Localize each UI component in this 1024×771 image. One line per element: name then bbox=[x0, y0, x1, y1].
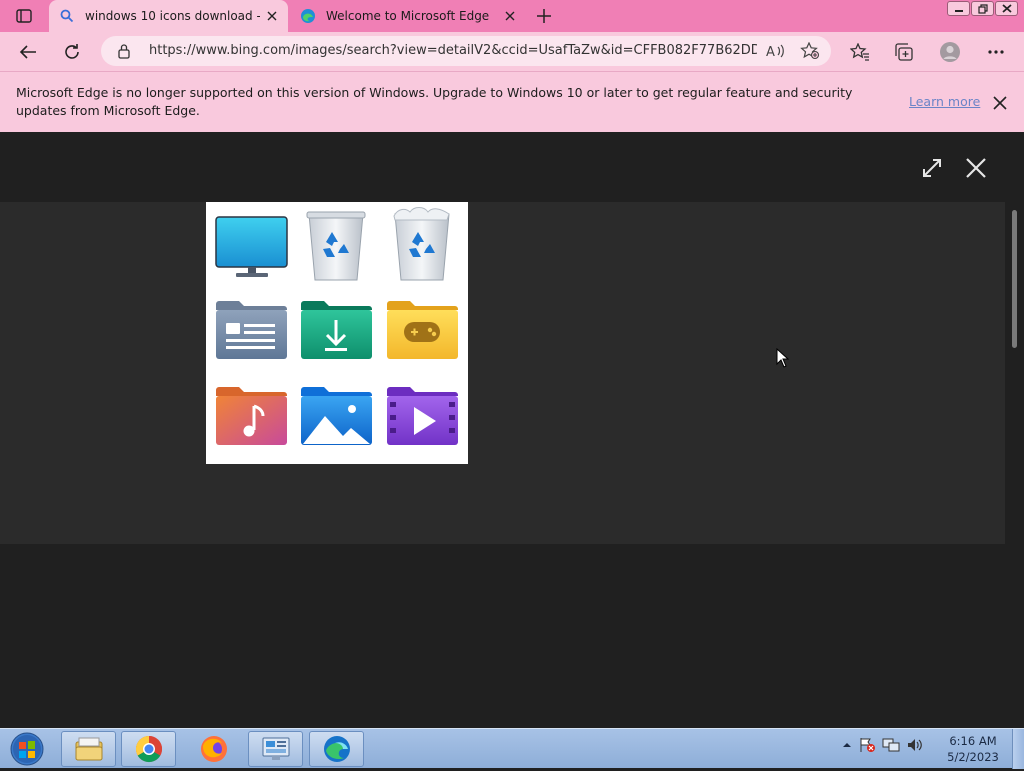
downloads-folder-icon bbox=[301, 301, 372, 359]
monitor-icon bbox=[215, 216, 288, 277]
profile-avatar-icon bbox=[940, 42, 960, 62]
clock-time: 6:16 AM bbox=[949, 734, 997, 748]
more-options-icon bbox=[988, 50, 1004, 54]
network-icon[interactable] bbox=[882, 737, 900, 753]
settings-menu-button[interactable] bbox=[985, 41, 1007, 63]
icon-grid-image bbox=[215, 207, 458, 445]
windows-taskbar: 6:16 AM 5/2/2023 bbox=[0, 728, 1024, 769]
show-desktop-button[interactable] bbox=[1012, 729, 1024, 769]
tab-title: windows 10 icons download - Bi bbox=[85, 9, 260, 23]
svg-text:A: A bbox=[766, 45, 775, 60]
favorites-button[interactable] bbox=[849, 41, 871, 63]
close-window-button[interactable] bbox=[995, 1, 1018, 16]
learn-more-link[interactable]: Learn more bbox=[909, 94, 980, 109]
refresh-button[interactable] bbox=[58, 38, 86, 66]
edge-icon bbox=[323, 736, 350, 762]
control-panel-taskbar-button[interactable] bbox=[248, 731, 303, 767]
minimize-icon bbox=[954, 9, 963, 12]
windows-logo-icon bbox=[10, 732, 44, 766]
address-bar[interactable]: https://www.bing.com/images/search?view=… bbox=[101, 36, 831, 66]
refresh-icon bbox=[65, 44, 79, 59]
image-detail-viewer bbox=[0, 132, 1024, 728]
tab-actions-button[interactable] bbox=[8, 5, 40, 27]
tab-welcome-edge[interactable]: Welcome to Microsoft Edge bbox=[290, 0, 526, 32]
new-tab-button[interactable] bbox=[532, 4, 556, 28]
music-folder-icon bbox=[216, 387, 287, 445]
mouse-cursor-icon bbox=[776, 348, 790, 368]
close-tab-button[interactable] bbox=[260, 4, 284, 28]
firefox-icon bbox=[200, 736, 227, 762]
close-icon bbox=[966, 158, 986, 178]
taskbar-clock[interactable]: 6:16 AM 5/2/2023 bbox=[944, 733, 1002, 765]
close-viewer-button[interactable] bbox=[962, 154, 990, 182]
firefox-taskbar-button[interactable] bbox=[186, 731, 241, 767]
close-icon bbox=[505, 11, 515, 21]
collections-button[interactable] bbox=[893, 41, 915, 63]
expand-button[interactable] bbox=[918, 154, 946, 182]
volume-icon[interactable] bbox=[906, 737, 924, 753]
tab-title: Welcome to Microsoft Edge bbox=[326, 9, 490, 23]
chrome-taskbar-button[interactable] bbox=[121, 731, 176, 767]
games-folder-icon bbox=[387, 301, 458, 359]
file-explorer-taskbar-button[interactable] bbox=[61, 731, 116, 767]
navigation-toolbar: https://www.bing.com/images/search?view=… bbox=[0, 32, 1024, 71]
edge-logo-icon bbox=[301, 9, 315, 23]
image-stage bbox=[0, 202, 1005, 544]
control-panel-icon bbox=[262, 737, 289, 760]
restore-icon bbox=[977, 3, 988, 14]
edge-taskbar-button[interactable] bbox=[309, 731, 364, 767]
profile-button[interactable] bbox=[939, 41, 961, 63]
documents-folder-icon bbox=[216, 301, 287, 359]
videos-folder-icon bbox=[387, 387, 458, 445]
lock-icon bbox=[118, 44, 130, 59]
url-text: https://www.bing.com/images/search?view=… bbox=[149, 43, 757, 58]
tab-bing-search[interactable]: windows 10 icons download - Bi bbox=[49, 0, 288, 32]
read-aloud-icon[interactable]: A bbox=[765, 42, 785, 60]
close-icon bbox=[1001, 4, 1012, 13]
restore-button[interactable] bbox=[971, 1, 994, 16]
minimize-button[interactable] bbox=[947, 1, 970, 16]
search-icon bbox=[60, 9, 74, 23]
start-button[interactable] bbox=[6, 731, 48, 767]
tab-actions-icon bbox=[16, 9, 32, 23]
unsupported-os-infobar: Microsoft Edge is no longer supported on… bbox=[0, 71, 1024, 132]
action-center-flag-icon[interactable] bbox=[858, 737, 876, 753]
back-arrow-icon bbox=[19, 45, 36, 59]
close-infobar-icon[interactable] bbox=[990, 93, 1010, 113]
recycle-bin-full-icon bbox=[393, 207, 450, 281]
system-tray bbox=[842, 737, 924, 753]
close-icon bbox=[267, 11, 277, 21]
add-favorite-icon[interactable] bbox=[800, 42, 820, 60]
clock-date: 5/2/2023 bbox=[947, 750, 999, 764]
collections-icon bbox=[895, 43, 913, 61]
back-button[interactable] bbox=[14, 38, 42, 66]
file-explorer-icon bbox=[75, 737, 102, 761]
expand-icon bbox=[923, 159, 941, 177]
pictures-folder-icon bbox=[301, 387, 372, 445]
favorites-icon bbox=[850, 43, 869, 61]
infobar-message: Microsoft Edge is no longer supported on… bbox=[16, 85, 853, 118]
close-tab-button[interactable] bbox=[498, 4, 522, 28]
window-controls bbox=[947, 1, 1018, 16]
recycle-bin-empty-icon bbox=[306, 211, 366, 281]
plus-icon bbox=[537, 9, 551, 23]
viewer-scrollbar[interactable] bbox=[1012, 210, 1017, 348]
result-image[interactable] bbox=[206, 202, 468, 464]
chrome-icon bbox=[135, 735, 162, 763]
title-bar: windows 10 icons download - Bi Welcome t… bbox=[0, 0, 1024, 32]
show-hidden-icons-icon[interactable] bbox=[842, 741, 852, 749]
